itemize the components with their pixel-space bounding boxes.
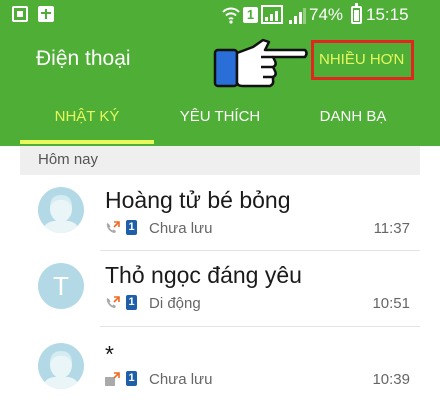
call-log-item[interactable]: * 1 Chưa lưu 10:39 xyxy=(20,327,420,403)
pointing-hand-icon xyxy=(213,38,308,88)
add-notification-icon xyxy=(38,6,54,22)
page-title: Điện thoại xyxy=(36,47,131,70)
section-label: Hôm nay xyxy=(38,151,99,168)
signal-strength-secondary-icon xyxy=(288,6,306,24)
more-button[interactable]: NHIỀU HƠN xyxy=(319,51,404,68)
call-time: 11:37 xyxy=(373,220,410,237)
gallery-notification-icon xyxy=(12,6,28,22)
contact-name: Hoàng tử bé bỏng xyxy=(105,187,291,213)
call-log-item[interactable]: T Thỏ ngọc đáng yêu 1 Di động 10:51 xyxy=(20,251,420,327)
call-detail: Di động xyxy=(149,295,201,312)
outgoing-call-icon xyxy=(106,296,120,308)
call-time: 10:39 xyxy=(372,371,410,388)
status-bar: 1 74% 15:15 xyxy=(0,0,440,30)
tab-favorites[interactable]: YÊU THÍCH xyxy=(154,108,286,125)
battery-icon xyxy=(351,3,362,24)
outgoing-call-icon xyxy=(106,221,120,233)
call-detail: Chưa lưu xyxy=(149,220,213,237)
battery-percentage: 74% xyxy=(309,5,344,24)
tab-contacts[interactable]: DANH BẠ xyxy=(286,108,420,125)
contact-name: * xyxy=(105,341,114,367)
call-log-item[interactable]: Hoàng tử bé bỏng 1 Chưa lưu 11:37 xyxy=(20,175,420,251)
active-tab-indicator xyxy=(20,140,154,144)
contact-name: Thỏ ngọc đáng yêu xyxy=(105,262,302,288)
call-detail: Chưa lưu xyxy=(149,371,213,388)
date-section-header: Hôm nay xyxy=(20,146,420,175)
outgoing-call-icon xyxy=(105,372,120,386)
sim-1-icon: 1 xyxy=(126,371,137,386)
wifi-icon xyxy=(222,7,240,24)
contact-avatar-icon xyxy=(38,343,84,389)
call-time: 10:51 xyxy=(372,295,410,312)
sim-1-icon: 1 xyxy=(126,220,137,235)
contact-avatar-icon xyxy=(38,187,84,233)
sim-indicator: 1 xyxy=(243,7,258,23)
tab-call-log[interactable]: NHẬT KÝ xyxy=(20,108,154,125)
signal-strength-icon xyxy=(261,5,283,24)
contact-avatar-letter: T xyxy=(38,263,84,309)
sim-1-icon: 1 xyxy=(126,295,137,310)
app-header: 1 74% 15:15 Điện thoại NHIỀU HƠN NHẬT KÝ… xyxy=(0,0,440,146)
status-clock: 15:15 xyxy=(366,5,409,24)
